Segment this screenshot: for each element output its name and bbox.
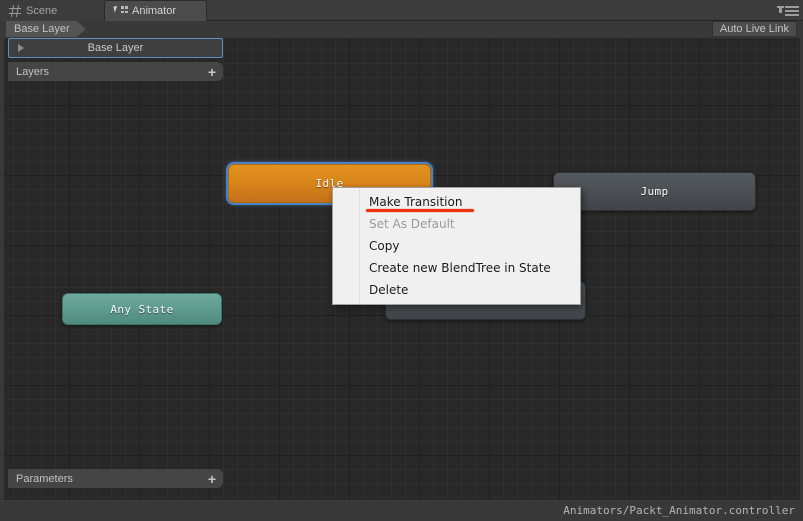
context-menu-item-set-as-default: Set As Default (333, 213, 580, 235)
tab-scene-label: Scene (26, 4, 58, 17)
auto-live-link-button[interactable]: Auto Live Link (711, 21, 797, 37)
breadcrumb-label: Base Layer (14, 23, 70, 35)
context-menu-item-copy[interactable]: Copy (333, 235, 580, 257)
layers-panel: Base Layer Layers + (8, 38, 223, 81)
parameters-section-header: Parameters + (8, 469, 223, 488)
grid-hash-icon (9, 4, 21, 17)
breadcrumb[interactable]: Base Layer (6, 21, 86, 37)
state-node-jump[interactable]: Jump (553, 172, 756, 211)
layers-section-header: Layers + (8, 62, 223, 81)
parameters-section-label: Parameters (16, 472, 73, 485)
state-node-any-state[interactable]: Any State (62, 293, 222, 325)
tab-animator-label: Animator (132, 5, 177, 17)
status-bar-asset-path: Animators/Packt_Animator.controller (563, 504, 795, 517)
context-menu-item-label: Delete (369, 283, 409, 297)
state-node-label: Any State (110, 302, 174, 316)
annotation-underline (366, 209, 474, 212)
triangle-right-icon[interactable] (18, 44, 24, 52)
animator-cursor-icon (113, 5, 128, 17)
state-node-label: Jump (640, 185, 669, 198)
graph-left-edge (0, 38, 4, 521)
animator-window: Scene Animator Base Layer Auto Live Link… (0, 0, 803, 521)
context-menu-item-label: Set As Default (369, 217, 455, 231)
context-menu-item-label: Make Transition (369, 195, 463, 209)
add-parameter-button[interactable]: + (208, 472, 216, 486)
toolbar-row: Base Layer Auto Live Link (0, 21, 803, 38)
context-menu-item-label: Create new BlendTree in State (369, 261, 551, 275)
state-context-menu[interactable]: Make Transition Set As Default Copy Create … (332, 187, 581, 305)
parameters-panel: Parameters + (8, 469, 223, 488)
auto-live-link-label: Auto Live Link (719, 23, 789, 35)
layers-section-label: Layers (16, 65, 50, 78)
layer-row-base-layer[interactable]: Base Layer (8, 38, 223, 58)
add-layer-button[interactable]: + (208, 65, 216, 79)
context-menu-item-label: Copy (369, 239, 400, 253)
status-bar: Animators/Packt_Animator.controller (0, 500, 803, 521)
tab-animator[interactable]: Animator (104, 0, 207, 21)
window-options-icon[interactable] (777, 4, 799, 18)
context-menu-item-create-new-blendtree-in-state[interactable]: Create new BlendTree in State (333, 257, 580, 279)
context-menu-item-delete[interactable]: Delete (333, 279, 580, 301)
layer-row-label: Base Layer (87, 42, 144, 54)
tab-bar: Scene Animator (0, 0, 803, 21)
tab-scene[interactable]: Scene (0, 0, 104, 21)
